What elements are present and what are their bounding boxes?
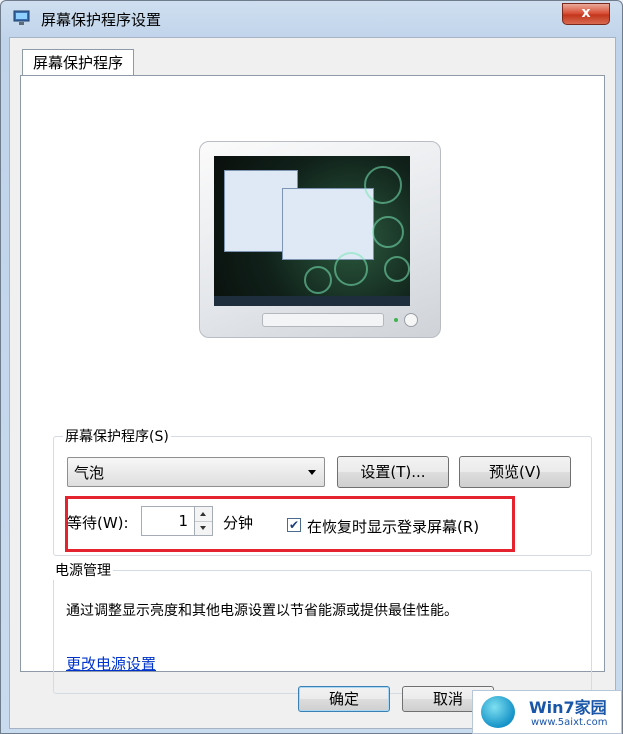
monitor-preview	[199, 141, 441, 338]
spin-up-button[interactable]	[195, 507, 212, 522]
arrow-down-icon	[200, 526, 206, 530]
bubble-graphic	[364, 166, 402, 204]
screensaver-group-label: 屏幕保护程序(S)	[63, 426, 171, 446]
settings-button[interactable]: 设置(T)...	[337, 456, 449, 488]
wait-minutes-input[interactable]: 1	[141, 506, 195, 536]
power-group-label: 电源管理	[53, 560, 113, 580]
bubble-graphic	[384, 256, 410, 282]
resume-login-label[interactable]: 在恢复时显示登录屏幕(R)	[307, 516, 479, 537]
power-button-icon	[404, 313, 418, 327]
wait-unit-label: 分钟	[223, 514, 254, 532]
bubble-graphic	[372, 216, 404, 248]
monitor-bezel-strip	[262, 313, 384, 327]
preview-screen	[214, 156, 410, 306]
tab-screensaver[interactable]: 屏幕保护程序	[22, 49, 134, 76]
bubble-graphic	[304, 266, 332, 294]
preview-button[interactable]: 预览(V)	[459, 456, 571, 488]
screensaver-select[interactable]: 气泡	[67, 457, 325, 487]
watermark-title: Win7家园	[529, 698, 607, 717]
wait-label: 等待(W):	[67, 514, 129, 532]
wait-spinner	[195, 506, 213, 536]
power-led-icon	[394, 318, 398, 322]
house-logo-icon	[481, 696, 515, 728]
display-settings-icon	[13, 10, 31, 26]
ok-button[interactable]: 确定	[298, 686, 390, 712]
title-bar[interactable]: 屏幕保护程序设置 x	[1, 1, 622, 35]
resume-login-checkbox[interactable]: ✔	[287, 518, 301, 532]
close-button[interactable]: x	[562, 3, 610, 25]
preview-window-graphic	[282, 188, 374, 260]
watermark-url: www.5aixt.com	[531, 717, 608, 728]
screensaver-settings-window: 屏幕保护程序设置 x 屏幕保护程序 屏幕保护程序(S) 气泡 设置(T)... …	[0, 0, 623, 734]
window-title: 屏幕保护程序设置	[41, 11, 162, 29]
power-management-group	[53, 570, 592, 694]
preview-taskbar	[214, 296, 410, 306]
power-description: 通过调整显示亮度和其他电源设置以节省能源或提供最佳性能。	[66, 603, 458, 619]
screensaver-select-value: 气泡	[74, 464, 105, 482]
dialog-client-area: 屏幕保护程序 屏幕保护程序(S) 气泡 设置(T)... 预览(V) 等待(W)…	[9, 37, 616, 729]
change-power-settings-link[interactable]: 更改电源设置	[66, 653, 156, 674]
bubble-graphic	[334, 252, 368, 286]
tab-panel: 屏幕保护程序(S) 气泡 设置(T)... 预览(V) 等待(W): 1 分钟 …	[20, 75, 605, 694]
site-watermark: Win7家园 www.5aixt.com	[472, 690, 622, 734]
chevron-down-icon	[308, 470, 316, 475]
arrow-up-icon	[200, 512, 206, 516]
spin-down-button[interactable]	[195, 521, 212, 535]
